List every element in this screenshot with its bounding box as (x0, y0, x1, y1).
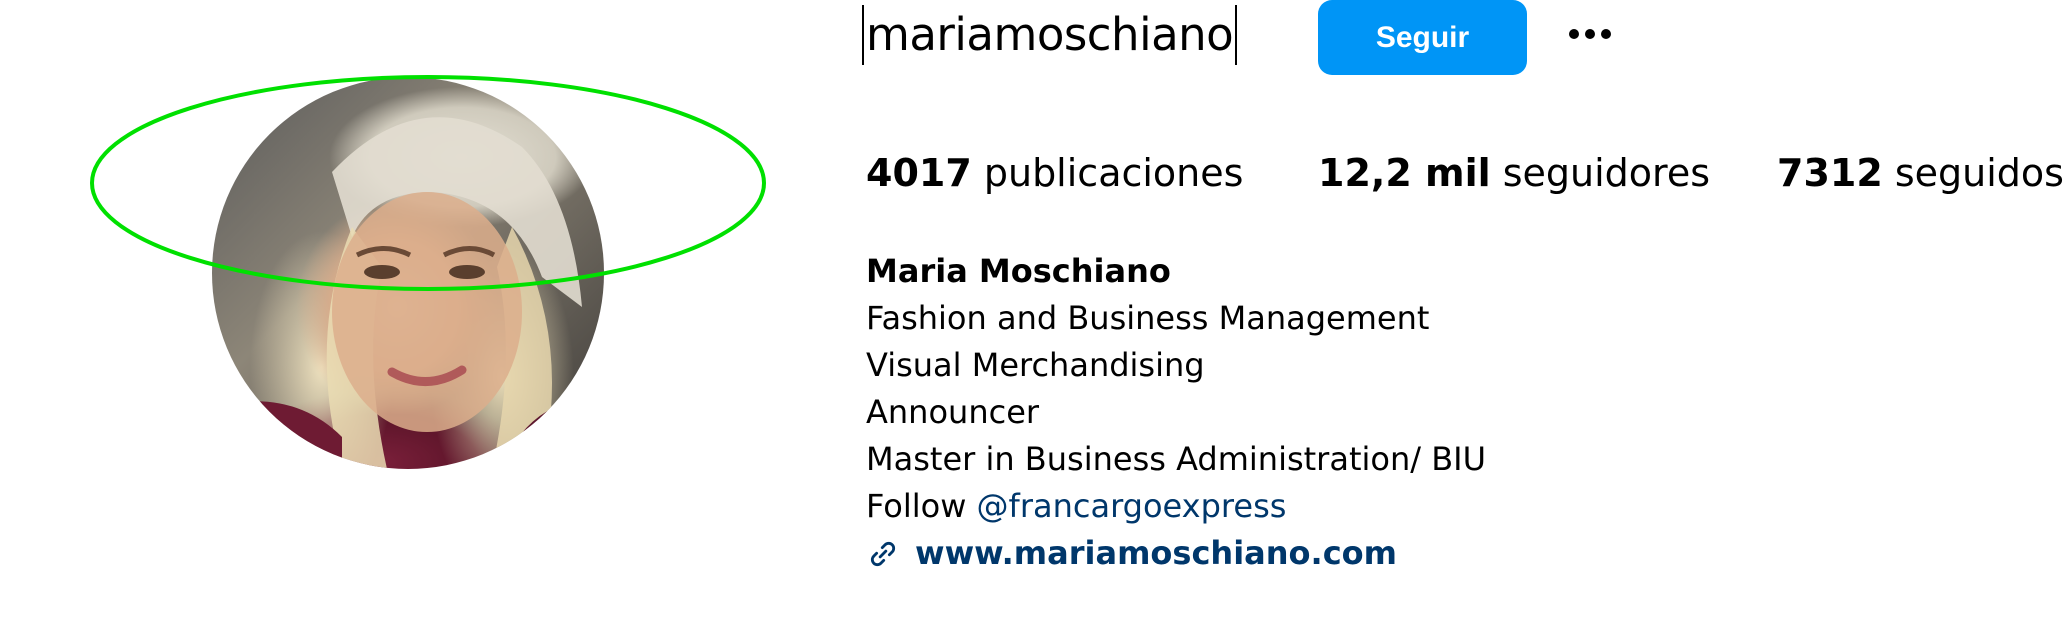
followers-label: seguidores (1502, 151, 1711, 195)
following-stat[interactable]: 7312 seguidos (1777, 148, 2064, 198)
bio-line: Visual Merchandising (866, 346, 1205, 384)
followers-stat[interactable]: 12,2 mil seguidores (1318, 148, 1710, 198)
followers-count: 12,2 mil (1318, 151, 1491, 195)
follow-button[interactable]: Seguir (1318, 0, 1527, 75)
avatar[interactable] (212, 77, 604, 469)
username: mariamoschiano (866, 8, 1234, 61)
posts-label: publicaciones (983, 151, 1244, 195)
website-row: www.mariamoschiano.com (866, 530, 1486, 577)
link-icon (870, 541, 896, 566)
website-link[interactable]: www.mariamoschiano.com (915, 530, 1397, 577)
bio-follow-line: Follow @francargoexpress (866, 483, 1486, 530)
more-options-icon[interactable] (1560, 12, 1620, 56)
full-name: Maria Moschiano (866, 252, 1171, 290)
following-label: seguidos (1894, 151, 2064, 195)
following-count: 7312 (1777, 151, 1883, 195)
posts-count: 4017 (866, 151, 972, 195)
posts-stat: 4017 publicaciones (866, 148, 1243, 198)
follow-prefix: Follow (866, 487, 977, 525)
avatar-illustration (212, 117, 604, 469)
bio: Maria Moschiano Fashion and Business Man… (866, 248, 1486, 577)
dot (1569, 29, 1579, 39)
bio-line: Fashion and Business Management (866, 299, 1430, 337)
dot (1601, 29, 1611, 39)
dot (1585, 29, 1595, 39)
mention-link[interactable]: @francargoexpress (977, 487, 1287, 525)
username-field: mariamoschiano (862, 5, 1238, 65)
bio-line: Announcer (866, 393, 1040, 431)
bio-line: Master in Business Administration/ BIU (866, 440, 1486, 478)
